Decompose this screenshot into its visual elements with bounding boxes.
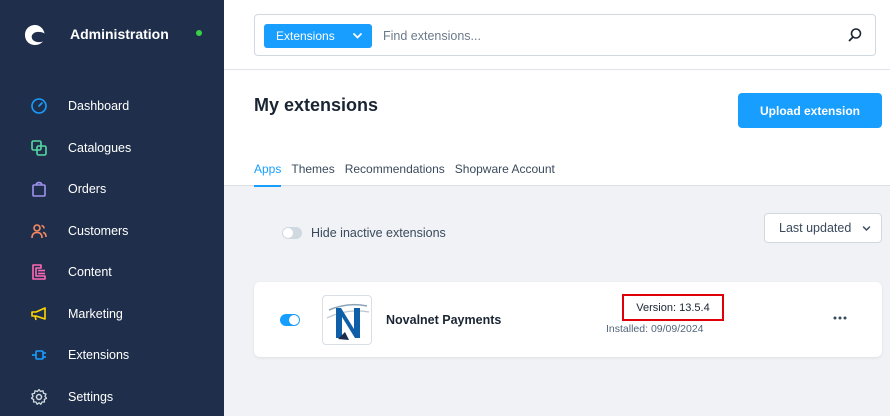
global-search: Extensions [254,14,876,56]
sidebar-item-label: Marketing [68,307,123,321]
users-icon [31,224,47,239]
hide-inactive-label: Hide inactive extensions [311,226,446,240]
topbar: Extensions [224,0,890,70]
shopware-logo-icon [25,25,45,45]
sidebar-item-label: Content [68,265,112,279]
tab-recommendations[interactable]: Recommendations [345,162,445,186]
sidebar-item-label: Settings [68,390,114,404]
tab-themes[interactable]: Themes [291,162,334,186]
search-type-label: Extensions [276,29,335,43]
plug-icon [32,350,46,360]
extension-version: Version: 13.5.4 [636,302,710,314]
sidebar-item-label: Dashboard [68,99,130,113]
sidebar-item-label: Catalogues [68,141,132,155]
extension-logo [322,295,372,345]
content-icon [32,264,46,280]
extension-name: Novalnet Payments [386,313,502,327]
version-highlight-box: Version: 13.5.4 [622,294,724,321]
megaphone-icon [31,307,46,321]
app-title: Administration [70,26,169,42]
brand-header: Administration [0,0,224,70]
sidebar-item-dashboard[interactable]: Dashboard [0,86,224,126]
search-input[interactable] [383,25,823,47]
sidebar-item-customers[interactable]: Customers [0,211,224,251]
shopping-bag-icon [32,181,46,197]
online-status-dot [196,30,202,36]
sidebar-item-orders[interactable]: Orders [0,169,224,209]
sidebar-item-catalogues[interactable]: Catalogues [0,128,224,168]
sidebar: Administration Dashboard Catalogues Orde… [0,0,224,416]
sidebar-item-extensions[interactable]: Extensions [0,335,224,375]
tab-apps[interactable]: Apps [254,162,282,187]
extension-card: Novalnet Payments Version: 13.5.4 Instal… [254,282,882,357]
hide-inactive-toggle[interactable] [282,227,302,239]
chevron-down-icon [862,226,871,232]
sidebar-item-marketing[interactable]: Marketing [0,294,224,334]
gauge-icon [31,98,47,114]
main-content: My extensions Upload extension Apps Them… [224,70,890,416]
sort-select[interactable]: Last updated [764,213,882,243]
sidebar-item-label: Orders [68,182,107,196]
page-title: My extensions [254,95,379,115]
sort-select-value: Last updated [779,221,852,235]
upload-extension-button[interactable]: Upload extension [738,93,882,128]
search-type-dropdown[interactable]: Extensions [264,24,372,48]
novalnet-logo-icon [326,303,370,340]
chevron-down-icon [353,33,362,39]
gear-icon [30,388,48,405]
sidebar-item-settings[interactable]: Settings [0,377,224,416]
catalogue-icon [31,140,47,156]
page-header: My extensions Upload extension Apps Them… [224,70,890,187]
search-icon[interactable] [847,27,863,43]
extension-active-toggle[interactable] [280,314,300,326]
sidebar-item-label: Customers [68,224,129,238]
tab-shopware-account[interactable]: Shopware Account [455,162,555,186]
tab-bar: Apps Themes Recommendations Shopware Acc… [254,162,565,187]
sidebar-item-label: Extensions [68,348,130,362]
extension-installed-date: Installed: 09/09/2024 [606,323,704,335]
sidebar-item-content[interactable]: Content [0,252,224,292]
more-options-icon[interactable] [828,310,852,326]
